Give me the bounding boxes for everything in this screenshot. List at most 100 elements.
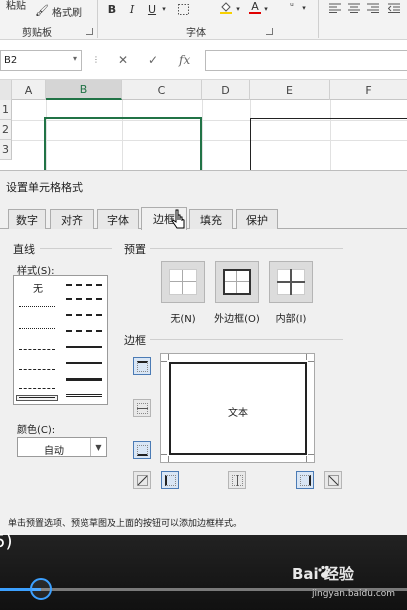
font-color-dropdown-icon[interactable]: ▾: [262, 2, 270, 16]
worksheet: A B C D E F 1 2 3: [0, 80, 407, 172]
chevron-down-icon[interactable]: ▼: [90, 438, 106, 456]
select-all-corner[interactable]: [0, 80, 12, 100]
border-preview[interactable]: 文本: [160, 353, 315, 463]
font-launcher-icon[interactable]: [266, 28, 273, 35]
font-color-button[interactable]: A: [249, 0, 261, 14]
border-left-button[interactable]: [161, 471, 179, 489]
tab-protection[interactable]: 保护: [236, 209, 278, 229]
line-style-option[interactable]: [19, 397, 55, 398]
border-inside-horizontal-button[interactable]: [133, 399, 151, 417]
border-diagonal-down-button[interactable]: [324, 471, 342, 489]
preview-tick: [161, 454, 167, 455]
underline-button[interactable]: U: [146, 2, 158, 16]
line-style-none[interactable]: 无: [33, 280, 43, 295]
row-header[interactable]: 1: [0, 100, 12, 120]
column-header[interactable]: A: [12, 80, 46, 100]
column-header[interactable]: E: [250, 80, 330, 100]
selected-range[interactable]: [44, 117, 202, 172]
fill-color-dropdown-icon[interactable]: ▾: [234, 2, 242, 16]
preset-outline-button[interactable]: [215, 261, 259, 303]
line-style-option[interactable]: [19, 369, 55, 370]
border-diagonal-up-button[interactable]: [133, 471, 151, 489]
border-inside-vertical-button[interactable]: [228, 471, 246, 489]
line-style-option[interactable]: [66, 346, 102, 348]
formula-bar-grip-icon[interactable]: ⋮: [92, 55, 100, 64]
border-right-button[interactable]: [296, 471, 314, 489]
preview-text: 文本: [228, 408, 248, 419]
line-style-option[interactable]: [66, 314, 102, 316]
line-style-option[interactable]: [66, 378, 102, 381]
border-top-button[interactable]: [133, 357, 151, 375]
mouse-cursor-icon: [172, 209, 185, 229]
color-select-value: 自动: [44, 446, 64, 457]
border-group-title: 边框: [124, 334, 146, 347]
line-style-option[interactable]: [66, 284, 102, 286]
border-button-icon[interactable]: [176, 2, 190, 16]
column-header-selected[interactable]: B: [46, 80, 122, 100]
video-progress-knob[interactable]: [29, 578, 52, 600]
font-color-letter: A: [251, 0, 259, 13]
video-player-bar: 5) Bai 经验 jingyan.baidu.com: [0, 531, 407, 610]
border-bottom-button[interactable]: [133, 441, 151, 459]
color-select[interactable]: 自动 ▼: [17, 437, 107, 457]
preset-outline-label: 外边框(O): [214, 314, 260, 325]
insert-function-icon[interactable]: fx: [179, 53, 190, 67]
clipboard-group-label: 剪贴板: [22, 28, 52, 39]
border-inside-vertical-icon: [231, 474, 243, 486]
row-header[interactable]: 3: [0, 140, 12, 160]
bold-button[interactable]: B: [106, 2, 118, 16]
line-style-option[interactable]: [66, 330, 102, 332]
underline-dropdown-icon[interactable]: ▾: [160, 2, 168, 16]
fill-color-icon[interactable]: [218, 0, 234, 14]
format-painter-button[interactable]: 格式刷: [52, 4, 82, 19]
bordered-range[interactable]: [250, 118, 407, 172]
italic-button[interactable]: I: [126, 2, 138, 16]
preview-tick: [306, 456, 307, 462]
preset-outline-icon: [223, 269, 251, 295]
tab-font[interactable]: 字体: [97, 209, 139, 229]
column-header[interactable]: D: [202, 80, 250, 100]
line-style-option[interactable]: [66, 298, 102, 300]
phonetic-dropdown-icon[interactable]: ▾: [300, 1, 308, 15]
column-header[interactable]: F: [330, 80, 407, 100]
paste-label[interactable]: 粘贴: [6, 0, 26, 12]
line-style-option[interactable]: [19, 388, 55, 389]
column-header[interactable]: C: [122, 80, 202, 100]
presets-title: 预置: [124, 243, 146, 256]
phonetic-icon[interactable]: ᵘ: [286, 0, 298, 14]
format-cells-dialog: 设置单元格格式 数字 对齐 字体 边框 填充 保护 直线 样式(S): 无 颜色…: [0, 170, 407, 535]
align-right-icon[interactable]: [366, 1, 380, 15]
cancel-icon[interactable]: ✕: [118, 53, 128, 67]
preset-none-button[interactable]: [161, 261, 205, 303]
preview-tick: [168, 456, 169, 462]
border-inside-horizontal-icon: [136, 402, 148, 414]
tab-alignment[interactable]: 对齐: [50, 209, 94, 229]
formula-input[interactable]: [205, 50, 407, 71]
line-style-list[interactable]: 无: [13, 275, 108, 405]
line-style-option-selected[interactable]: [16, 395, 58, 401]
line-style-option[interactable]: [19, 328, 55, 329]
preset-none-icon: [169, 269, 197, 295]
row-header[interactable]: 2: [0, 120, 12, 140]
name-box-dropdown-icon[interactable]: ▾: [73, 54, 77, 63]
line-style-option[interactable]: [66, 362, 102, 364]
enter-icon[interactable]: ✓: [148, 53, 158, 67]
decrease-indent-icon[interactable]: [387, 1, 401, 15]
line-style-option[interactable]: [66, 394, 102, 397]
tab-number[interactable]: 数字: [8, 209, 46, 229]
line-style-option[interactable]: [19, 306, 55, 307]
name-box[interactable]: B2 ▾: [0, 50, 82, 71]
line-style-option[interactable]: [19, 349, 55, 350]
color-label: 颜色(C):: [17, 425, 56, 436]
ribbon-separator: [97, 0, 98, 38]
clipboard-launcher-icon[interactable]: [86, 28, 93, 35]
formula-bar: B2 ▾ ⋮ ✕ ✓ fx: [0, 40, 407, 80]
preset-none-label: 无(N): [170, 314, 196, 325]
preset-inside-button[interactable]: [269, 261, 313, 303]
format-painter-icon[interactable]: 🖌: [35, 3, 49, 17]
preview-tick: [168, 354, 169, 360]
tab-fill[interactable]: 填充: [189, 209, 233, 229]
preview-tick: [308, 454, 314, 455]
align-left-icon[interactable]: [328, 1, 342, 15]
align-center-icon[interactable]: [347, 1, 361, 15]
